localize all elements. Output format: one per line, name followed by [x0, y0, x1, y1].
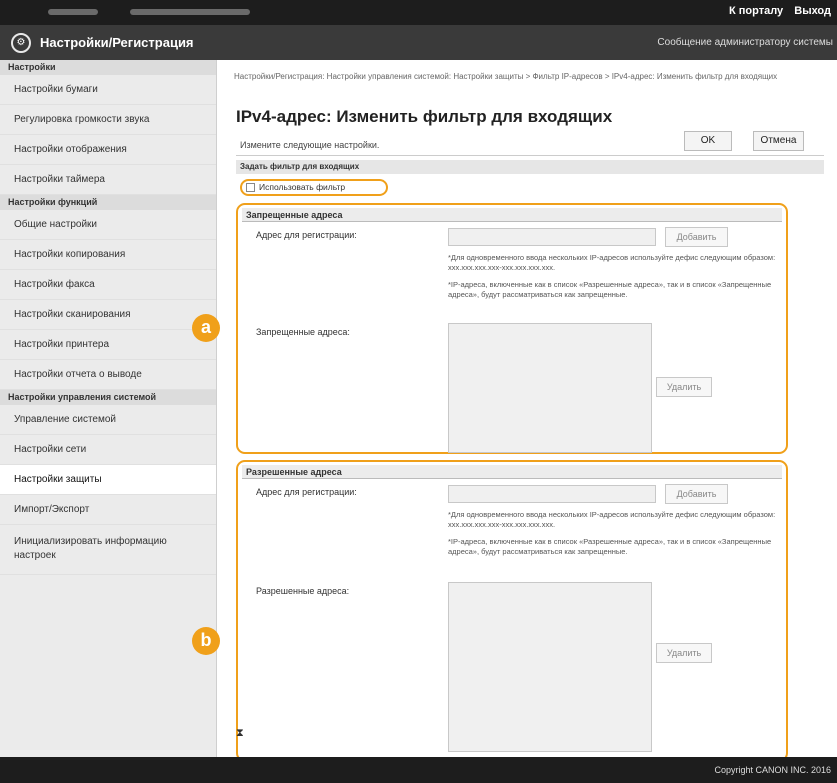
scroll-top-icon[interactable]: ⧗ — [236, 727, 244, 740]
allowed-register-input[interactable] — [448, 485, 656, 503]
sidebar-item-volume[interactable]: Регулировка громкости звука — [0, 105, 216, 135]
top-bar: К порталу Выход — [0, 0, 837, 25]
page-title: IPv4-адрес: Изменить фильтр для входящих — [236, 107, 613, 126]
sidebar-section-preferences: Настройки — [0, 60, 216, 75]
allowed-addresses-header: Разрешенные адреса — [242, 465, 782, 479]
logout-link[interactable]: Выход — [794, 5, 831, 17]
app-title: Настройки/Регистрация — [40, 35, 194, 50]
sidebar-item-initialize[interactable]: Инициализировать информацию настроек — [0, 525, 216, 575]
sidebar-item-system[interactable]: Управление системой — [0, 405, 216, 435]
device-name-blur — [48, 9, 98, 15]
allowed-note-conflict: *IP-адреса, включенные как в список «Раз… — [448, 537, 772, 556]
sidebar-item-common[interactable]: Общие настройки — [0, 210, 216, 240]
use-filter-highlight: Использовать фильтр — [240, 179, 388, 196]
sidebar-item-security[interactable]: Настройки защиты — [0, 465, 216, 495]
allowed-register-label: Адрес для регистрации: — [256, 487, 357, 497]
ok-button[interactable]: OK — [684, 131, 732, 151]
instruction-text: Измените следующие настройки. — [236, 134, 824, 156]
copyright-text: Copyright CANON INC. 2016 — [714, 765, 831, 775]
sidebar-item-import-export[interactable]: Импорт/Экспорт — [0, 495, 216, 525]
sidebar-item-copy[interactable]: Настройки копирования — [0, 240, 216, 270]
allowed-addresses-list[interactable] — [448, 582, 652, 752]
sidebar-item-display[interactable]: Настройки отображения — [0, 135, 216, 165]
sidebar-item-paper[interactable]: Настройки бумаги — [0, 75, 216, 105]
top-links: К порталу Выход — [729, 5, 831, 17]
sidebar-item-report[interactable]: Настройки отчета о выводе — [0, 360, 216, 390]
sidebar-item-printer[interactable]: Настройки принтера — [0, 330, 216, 360]
denied-list-label: Запрещенные адреса: — [256, 327, 350, 337]
callout-marker-a: a — [192, 314, 220, 342]
denied-note-hyphen: *Для одновременного ввода нескольких IP-… — [448, 253, 776, 272]
use-filter-checkbox[interactable] — [246, 183, 255, 192]
sidebar-section-management: Настройки управления системой — [0, 390, 216, 405]
denied-add-button[interactable]: Добавить — [665, 227, 728, 247]
footer: Copyright CANON INC. 2016 — [0, 757, 837, 783]
denied-delete-button[interactable]: Удалить — [656, 377, 712, 397]
device-info-blur — [130, 9, 250, 15]
allowed-note-hyphen: *Для одновременного ввода нескольких IP-… — [448, 510, 776, 529]
sidebar-item-fax[interactable]: Настройки факса — [0, 270, 216, 300]
main-content: Настройки/Регистрация: Настройки управле… — [218, 60, 837, 762]
app-header: ⚙ Настройки/Регистрация Сообщение админи… — [0, 25, 837, 60]
denied-addresses-list[interactable] — [448, 323, 652, 453]
allowed-add-button[interactable]: Добавить — [665, 484, 728, 504]
sidebar-item-scan[interactable]: Настройки сканирования — [0, 300, 216, 330]
cancel-button[interactable]: Отмена — [753, 131, 804, 151]
use-filter-label[interactable]: Использовать фильтр — [259, 182, 345, 192]
denied-register-label: Адрес для регистрации: — [256, 230, 357, 240]
admin-message-link[interactable]: Сообщение администратору системы — [657, 37, 833, 48]
sidebar-item-timer[interactable]: Настройки таймера — [0, 165, 216, 195]
denied-note-conflict: *IP-адреса, включенные как в список «Раз… — [448, 280, 772, 299]
settings-logo-icon: ⚙ — [11, 33, 31, 53]
breadcrumb: Настройки/Регистрация: Настройки управле… — [234, 72, 778, 81]
allowed-delete-button[interactable]: Удалить — [656, 643, 712, 663]
settings-section-header: Задать фильтр для входящих — [236, 160, 824, 174]
portal-link[interactable]: К порталу — [729, 5, 783, 17]
denied-addresses-header: Запрещенные адреса — [242, 208, 782, 222]
sidebar-section-functions: Настройки функций — [0, 195, 216, 210]
allowed-list-label: Разрешенные адреса: — [256, 586, 350, 596]
callout-marker-b: b — [192, 627, 220, 655]
denied-addresses-group: Запрещенные адреса Адрес для регистрации… — [236, 203, 788, 454]
allowed-addresses-group: Разрешенные адреса Адрес для регистрации… — [236, 460, 788, 762]
sidebar: Настройки Настройки бумаги Регулировка г… — [0, 60, 217, 757]
denied-register-input[interactable] — [448, 228, 656, 246]
sidebar-item-network[interactable]: Настройки сети — [0, 435, 216, 465]
